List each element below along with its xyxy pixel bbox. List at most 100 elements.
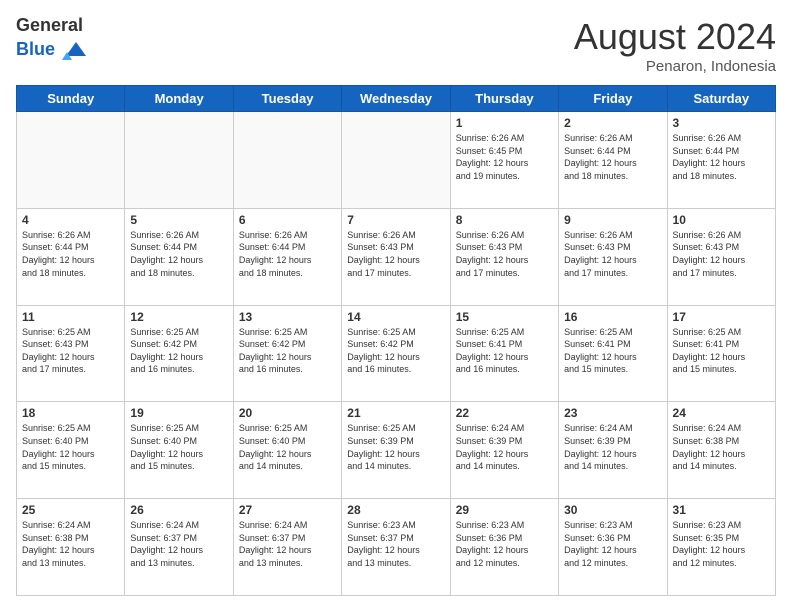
calendar-cell: 29 Sunrise: 6:23 AM Sunset: 6:36 PM Dayli… — [450, 499, 558, 596]
col-friday: Friday — [559, 86, 667, 112]
day-info: Sunrise: 6:24 AM Sunset: 6:39 PM Dayligh… — [456, 422, 553, 472]
day-info: Sunrise: 6:23 AM Sunset: 6:36 PM Dayligh… — [564, 519, 661, 569]
page: General Blue August 2024 Penaron, Indone… — [0, 0, 792, 612]
day-number: 24 — [673, 406, 770, 420]
day-number: 9 — [564, 213, 661, 227]
calendar-table: Sunday Monday Tuesday Wednesday Thursday… — [16, 85, 776, 596]
calendar-cell: 19 Sunrise: 6:25 AM Sunset: 6:40 PM Dayli… — [125, 402, 233, 499]
day-info: Sunrise: 6:24 AM Sunset: 6:38 PM Dayligh… — [673, 422, 770, 472]
calendar-cell — [342, 112, 450, 209]
calendar-cell: 23Sunrise: 6:24 AM Sunset: 6:39 PM Dayli… — [559, 402, 667, 499]
calendar-cell: 7Sunrise: 6:26 AM Sunset: 6:43 PM Daylig… — [342, 208, 450, 305]
header: General Blue August 2024 Penaron, Indone… — [16, 16, 776, 75]
day-number: 2 — [564, 116, 661, 130]
calendar-week-row: 11Sunrise: 6:25 AM Sunset: 6:43 PM Dayli… — [17, 305, 776, 402]
col-sunday: Sunday — [17, 86, 125, 112]
col-wednesday: Wednesday — [342, 86, 450, 112]
day-number: 18 — [22, 406, 119, 420]
calendar-cell: 4Sunrise: 6:26 AM Sunset: 6:44 PM Daylig… — [17, 208, 125, 305]
day-number: 4 — [22, 213, 119, 227]
day-number: 5 — [130, 213, 227, 227]
day-info: Sunrise: 6:25 AM Sunset: 6:39 PM Dayligh… — [347, 422, 444, 472]
month-year: August 2024 — [574, 16, 776, 58]
day-info: Sunrise: 6:25 AM Sunset: 6:42 PM Dayligh… — [347, 326, 444, 376]
day-info: Sunrise: 6:23 AM Sunset: 6:37 PM Dayligh… — [347, 519, 444, 569]
calendar-cell — [17, 112, 125, 209]
calendar-cell: 1 Sunrise: 6:26 AM Sunset: 6:45 PM Daylig… — [450, 112, 558, 209]
day-info: Sunrise: 6:26 AM Sunset: 6:45 PM Dayligh… — [456, 132, 553, 182]
day-info: Sunrise: 6:26 AM Sunset: 6:43 PM Dayligh… — [673, 229, 770, 279]
day-info: Sunrise: 6:24 AM Sunset: 6:37 PM Dayligh… — [239, 519, 336, 569]
day-number: 13 — [239, 310, 336, 324]
day-info: Sunrise: 6:24 AM Sunset: 6:38 PM Dayligh… — [22, 519, 119, 569]
day-info: Sunrise: 6:25 AM Sunset: 6:40 PM Dayligh… — [130, 422, 227, 472]
logo-blue-word: Blue — [16, 39, 55, 59]
day-number: 25 — [22, 503, 119, 517]
day-info: Sunrise: 6:25 AM Sunset: 6:42 PM Dayligh… — [239, 326, 336, 376]
day-info: Sunrise: 6:25 AM Sunset: 6:41 PM Dayligh… — [673, 326, 770, 376]
day-number: 14 — [347, 310, 444, 324]
day-info: Sunrise: 6:26 AM Sunset: 6:43 PM Dayligh… — [347, 229, 444, 279]
day-info: Sunrise: 6:25 AM Sunset: 6:42 PM Dayligh… — [130, 326, 227, 376]
calendar-cell: 18 Sunrise: 6:25 AM Sunset: 6:40 PM Dayli… — [17, 402, 125, 499]
calendar-cell: 11Sunrise: 6:25 AM Sunset: 6:43 PM Dayli… — [17, 305, 125, 402]
day-info: Sunrise: 6:26 AM Sunset: 6:43 PM Dayligh… — [456, 229, 553, 279]
calendar-header-row: Sunday Monday Tuesday Wednesday Thursday… — [17, 86, 776, 112]
col-tuesday: Tuesday — [233, 86, 341, 112]
calendar-cell: 28 Sunrise: 6:23 AM Sunset: 6:37 PM Dayli… — [342, 499, 450, 596]
day-info: Sunrise: 6:23 AM Sunset: 6:36 PM Dayligh… — [456, 519, 553, 569]
calendar-cell: 12 Sunrise: 6:25 AM Sunset: 6:42 PM Dayli… — [125, 305, 233, 402]
calendar-cell: 26 Sunrise: 6:24 AM Sunset: 6:37 PM Dayli… — [125, 499, 233, 596]
day-info: Sunrise: 6:25 AM Sunset: 6:40 PM Dayligh… — [239, 422, 336, 472]
title-block: August 2024 Penaron, Indonesia — [574, 16, 776, 75]
day-number: 11 — [22, 310, 119, 324]
day-number: 3 — [673, 116, 770, 130]
calendar-cell: 3 Sunrise: 6:26 AM Sunset: 6:44 PM Daylig… — [667, 112, 775, 209]
day-number: 28 — [347, 503, 444, 517]
day-number: 23 — [564, 406, 661, 420]
calendar-cell: 16 Sunrise: 6:25 AM Sunset: 6:41 PM Dayli… — [559, 305, 667, 402]
day-info: Sunrise: 6:26 AM Sunset: 6:43 PM Dayligh… — [564, 229, 661, 279]
calendar-cell: 31Sunrise: 6:23 AM Sunset: 6:35 PM Dayli… — [667, 499, 775, 596]
calendar-cell: 5Sunrise: 6:26 AM Sunset: 6:44 PM Daylig… — [125, 208, 233, 305]
day-number: 26 — [130, 503, 227, 517]
day-number: 17 — [673, 310, 770, 324]
day-number: 21 — [347, 406, 444, 420]
calendar-cell: 21 Sunrise: 6:25 AM Sunset: 6:39 PM Dayli… — [342, 402, 450, 499]
day-info: Sunrise: 6:26 AM Sunset: 6:44 PM Dayligh… — [564, 132, 661, 182]
calendar-cell: 6Sunrise: 6:26 AM Sunset: 6:44 PM Daylig… — [233, 208, 341, 305]
day-info: Sunrise: 6:24 AM Sunset: 6:37 PM Dayligh… — [130, 519, 227, 569]
calendar-cell: 2 Sunrise: 6:26 AM Sunset: 6:44 PM Daylig… — [559, 112, 667, 209]
day-number: 29 — [456, 503, 553, 517]
calendar-cell: 15Sunrise: 6:25 AM Sunset: 6:41 PM Dayli… — [450, 305, 558, 402]
logo-icon — [62, 36, 90, 64]
calendar-cell: 20Sunrise: 6:25 AM Sunset: 6:40 PM Dayli… — [233, 402, 341, 499]
day-info: Sunrise: 6:26 AM Sunset: 6:44 PM Dayligh… — [239, 229, 336, 279]
day-info: Sunrise: 6:23 AM Sunset: 6:35 PM Dayligh… — [673, 519, 770, 569]
calendar-week-row: 18 Sunrise: 6:25 AM Sunset: 6:40 PM Dayli… — [17, 402, 776, 499]
col-thursday: Thursday — [450, 86, 558, 112]
calendar-cell: 13 Sunrise: 6:25 AM Sunset: 6:42 PM Dayli… — [233, 305, 341, 402]
calendar-week-row: 25 Sunrise: 6:24 AM Sunset: 6:38 PM Dayli… — [17, 499, 776, 596]
day-number: 22 — [456, 406, 553, 420]
day-number: 30 — [564, 503, 661, 517]
day-number: 1 — [456, 116, 553, 130]
calendar-cell: 9 Sunrise: 6:26 AM Sunset: 6:43 PM Daylig… — [559, 208, 667, 305]
calendar-week-row: 1 Sunrise: 6:26 AM Sunset: 6:45 PM Daylig… — [17, 112, 776, 209]
calendar-cell: 30 Sunrise: 6:23 AM Sunset: 6:36 PM Dayli… — [559, 499, 667, 596]
calendar-cell — [233, 112, 341, 209]
day-number: 27 — [239, 503, 336, 517]
calendar-cell: 14 Sunrise: 6:25 AM Sunset: 6:42 PM Dayli… — [342, 305, 450, 402]
day-number: 8 — [456, 213, 553, 227]
col-monday: Monday — [125, 86, 233, 112]
day-info: Sunrise: 6:25 AM Sunset: 6:40 PM Dayligh… — [22, 422, 119, 472]
day-number: 12 — [130, 310, 227, 324]
day-info: Sunrise: 6:25 AM Sunset: 6:41 PM Dayligh… — [564, 326, 661, 376]
day-number: 19 — [130, 406, 227, 420]
day-info: Sunrise: 6:26 AM Sunset: 6:44 PM Dayligh… — [673, 132, 770, 182]
calendar-cell: 8 Sunrise: 6:26 AM Sunset: 6:43 PM Daylig… — [450, 208, 558, 305]
day-number: 10 — [673, 213, 770, 227]
calendar-cell — [125, 112, 233, 209]
location: Penaron, Indonesia — [574, 58, 776, 75]
day-number: 16 — [564, 310, 661, 324]
